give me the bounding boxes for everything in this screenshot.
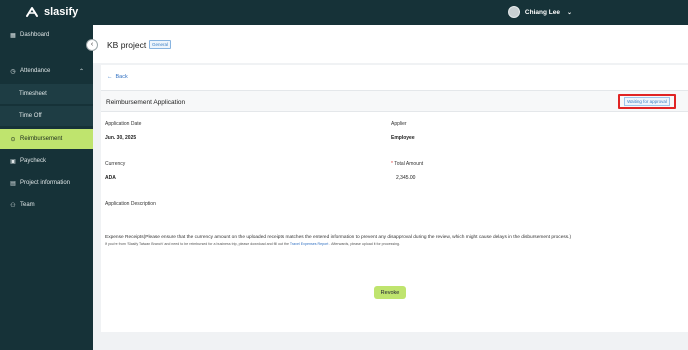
applier-label: Applier	[391, 121, 407, 127]
sidebar-item-label: Dashboard	[20, 32, 50, 38]
sidebar-item-label: Team	[20, 202, 35, 208]
team-icon: ⚇	[10, 202, 16, 209]
back-link[interactable]: ← Back	[107, 74, 128, 80]
sidebar-item-dashboard[interactable]: ▦ Dashboard	[0, 25, 93, 45]
chevron-down-icon: ⌄	[566, 9, 572, 16]
sidebar-item-time-off[interactable]: Time Off	[0, 106, 93, 126]
currency-value: ADA	[105, 175, 116, 181]
sidebar-item-project-information[interactable]: ▤ Project information	[0, 173, 93, 193]
slasify-logo-icon	[26, 7, 38, 17]
section-header: Reimbursement Application Waiting for ap…	[101, 90, 688, 112]
project-type-badge: General	[149, 40, 172, 49]
reimbursement-detail-panel: ← Back Reimbursement Application Waiting…	[101, 65, 688, 332]
sidebar-item-reimbursement[interactable]: ⊙ Reimbursement	[0, 129, 93, 149]
sidebar-item-label: Project information	[20, 180, 71, 186]
status-badge: Waiting for approval	[624, 97, 670, 106]
app-logo[interactable]: slasify	[25, 5, 78, 19]
paycheck-icon: ▣	[10, 158, 16, 165]
applier-value: Employee	[391, 135, 415, 141]
top-bar: slasify Chiang Lee ⌄	[0, 0, 688, 25]
sidebar: ▦ Dashboard ◷ Attendance ⌃ Timesheet Tim…	[0, 25, 93, 350]
receipts-subnote-text: If you're from 'Slasify Taiwan Branch' a…	[105, 242, 289, 246]
receipts-subnote: If you're from 'Slasify Taiwan Branch' a…	[105, 242, 400, 246]
sidebar-item-attendance[interactable]: ◷ Attendance ⌃	[0, 61, 93, 81]
sidebar-item-team[interactable]: ⚇ Team	[0, 195, 93, 215]
document-icon: ▤	[10, 180, 16, 187]
currency-label: Currency	[105, 161, 126, 167]
page-header: KB project General	[93, 25, 688, 63]
sidebar-item-label: Attendance	[20, 68, 51, 74]
total-amount-label: * Total Amount	[391, 161, 423, 167]
user-name: Chiang Lee	[524, 8, 560, 16]
application-date-value: Jun. 30, 2025	[105, 135, 137, 141]
total-amount-label-text: Total Amount	[394, 161, 424, 167]
description-label: Application Description	[105, 201, 156, 207]
page-title: KB project	[107, 40, 147, 50]
grid-icon: ▦	[10, 32, 16, 39]
coin-icon: ⊙	[10, 136, 16, 143]
sidebar-item-label: Timesheet	[19, 91, 47, 97]
receipts-note: Expense Receipts(Please ensure that the …	[105, 235, 572, 240]
receipts-subnote-text-after: . Afterwards, please upload it for proce…	[329, 242, 401, 246]
arrow-left-icon: ←	[107, 74, 113, 80]
sidebar-item-paycheck[interactable]: ▣ Paycheck	[0, 151, 93, 171]
sidebar-item-label: Reimbursement	[20, 136, 63, 142]
total-amount-value: 2,345.00	[396, 175, 416, 181]
user-menu[interactable]: Chiang Lee ⌄	[507, 6, 572, 18]
chevron-left-icon: ‹	[90, 41, 94, 48]
travel-expenses-report-link[interactable]: Travel Expenses Report	[290, 242, 328, 246]
sidebar-item-label: Time Off	[19, 113, 42, 119]
sidebar-item-timesheet[interactable]: Timesheet	[0, 84, 93, 104]
brand-name: slasify	[44, 6, 79, 18]
application-date-label: Application Date	[105, 121, 142, 127]
back-label: Back	[115, 74, 128, 80]
status-highlight: Waiting for approval	[618, 94, 676, 109]
clock-icon: ◷	[10, 68, 16, 75]
avatar	[507, 6, 520, 18]
revoke-button[interactable]: Revoke	[374, 286, 406, 299]
sidebar-item-label: Paycheck	[20, 158, 47, 164]
collapse-sidebar-button[interactable]: ‹	[86, 39, 98, 51]
chevron-up-icon: ⌃	[78, 68, 84, 75]
section-title: Reimbursement Application	[106, 99, 186, 106]
